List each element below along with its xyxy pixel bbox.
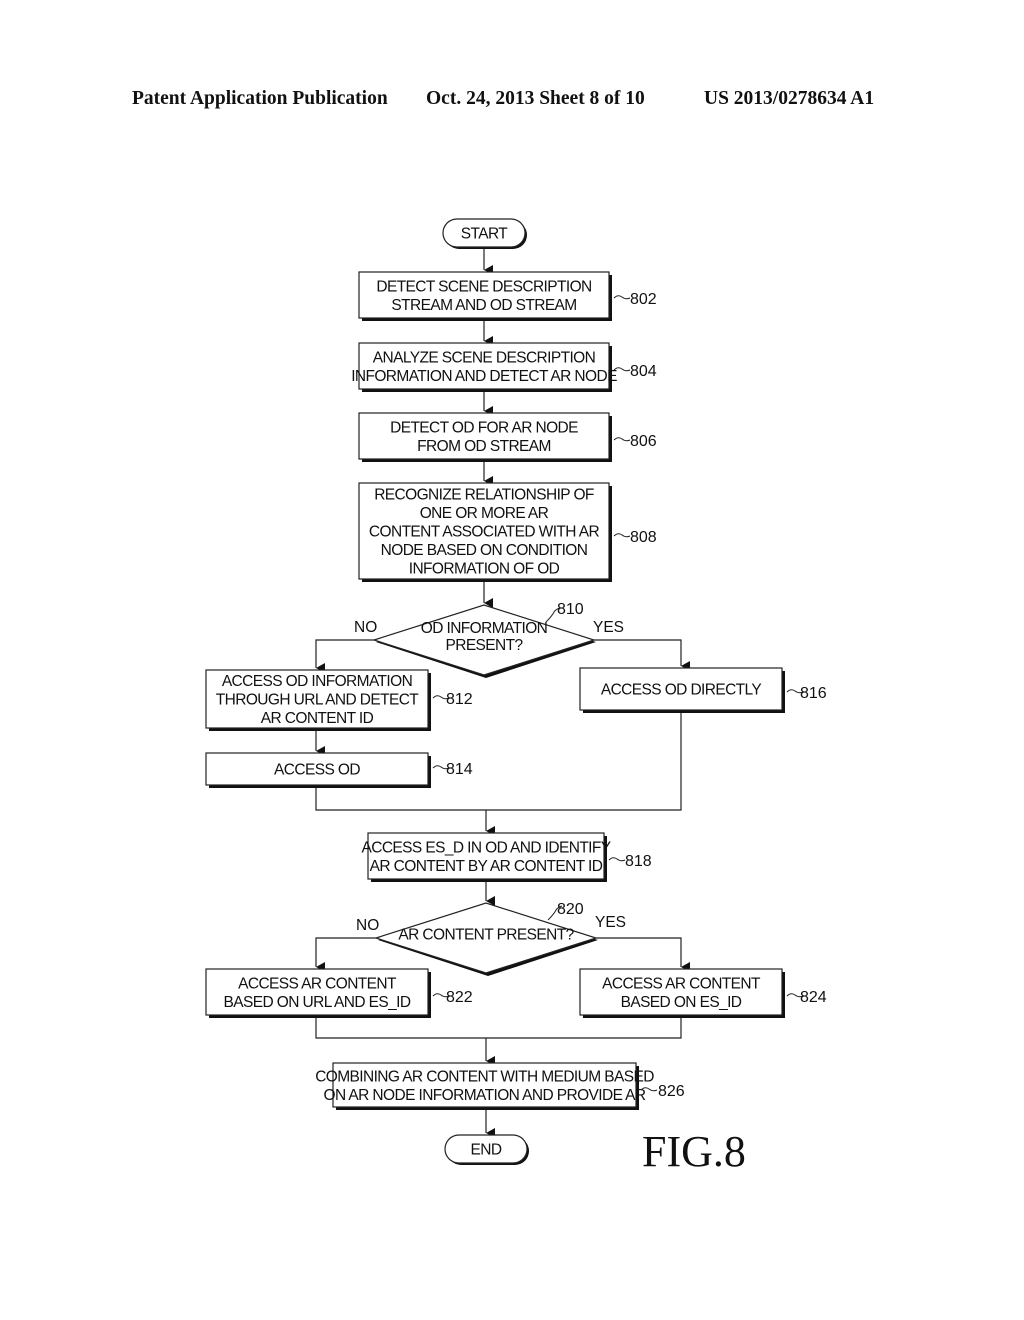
process-step-822: ACCESS AR CONTENT BASED ON URL AND ES_ID 8… xyxy=(205,968,473,1018)
step-806-text-line: DETECT OD FOR AR NODE xyxy=(390,419,578,436)
step-818-text-line: ACCESS ES_D IN OD AND IDENTIFY xyxy=(362,839,611,856)
yes-branch-label: YES xyxy=(593,619,624,636)
step-808-text-line: RECOGNIZE RELATIONSHIP OF xyxy=(374,487,594,504)
reference-number: 802 xyxy=(630,291,657,308)
decision-820: AR CONTENT PRESENT? 820 NO YES xyxy=(356,901,626,976)
step-808-text-line: INFORMATION OF OD xyxy=(409,561,560,578)
end-terminal: END xyxy=(444,1134,529,1165)
step-824-text-line: BASED ON ES_ID xyxy=(621,994,742,1011)
reference-number: 814 xyxy=(446,761,473,778)
end-terminal-text: END xyxy=(471,1142,502,1159)
process-step-812: ACCESS OD INFORMATION THROUGH URL AND DET… xyxy=(205,669,473,731)
reference-number: 810 xyxy=(557,601,584,618)
decision-810-text-line: OD INFORMATION xyxy=(421,620,548,637)
step-818-text-line: AR CONTENT BY AR CONTENT ID xyxy=(370,858,603,875)
flow-arrow xyxy=(596,937,690,972)
start-terminal: START xyxy=(442,218,527,249)
step-822-text-line: ACCESS AR CONTENT xyxy=(238,975,397,992)
process-step-806: DETECT OD FOR AR NODE FROM OD STREAM 806 xyxy=(358,412,657,462)
process-step-816: ACCESS OD DIRECTLY 816 xyxy=(579,667,827,713)
flowchart: START END DETECT SCENE DESCRIPTION STREAM A… xyxy=(205,218,827,1176)
reference-number: 812 xyxy=(446,691,473,708)
step-802-text-line: DETECT SCENE DESCRIPTION xyxy=(376,278,591,295)
reference-leader xyxy=(613,437,631,442)
step-826-text-line: ON AR NODE INFORMATION AND PROVIDE AR xyxy=(323,1087,645,1104)
step-808-text-line: ONE OR MORE AR xyxy=(420,505,549,522)
reference-number: 822 xyxy=(446,989,473,1006)
step-814-text-line: ACCESS OD xyxy=(274,762,360,779)
start-terminal-text: START xyxy=(461,226,509,243)
step-822-text-line: BASED ON URL AND ES_ID xyxy=(224,994,411,1011)
figure-label: FIG.8 xyxy=(642,1127,746,1176)
step-808-text-line: NODE BASED ON CONDITION xyxy=(381,542,588,559)
step-816-text-line: ACCESS OD DIRECTLY xyxy=(601,682,762,699)
process-step-808: RECOGNIZE RELATIONSHIP OFONE OR MORE AR C… xyxy=(358,482,657,582)
flow-arrow xyxy=(315,639,374,673)
step-804-text-line: INFORMATION AND DETECT AR NODE xyxy=(351,368,617,385)
decision-810-text-line: PRESENT? xyxy=(445,637,523,654)
decision-810: OD INFORMATIONPRESENT? 810 NO YES xyxy=(354,601,624,678)
step-812-text-line: THROUGH URL AND DETECT xyxy=(216,692,420,709)
reference-number: 820 xyxy=(557,901,584,918)
reference-number: 818 xyxy=(625,853,652,870)
no-branch-label: NO xyxy=(354,619,377,636)
reference-number: 816 xyxy=(800,685,827,702)
step-804-text-line: ANALYZE SCENE DESCRIPTION xyxy=(373,349,595,366)
flow-arrow xyxy=(594,639,690,671)
process-step-818: ACCESS ES_D IN OD AND IDENTIFY AR CONTENT… xyxy=(362,832,652,882)
process-step-824: ACCESS AR CONTENT BASED ON ES_ID 824 xyxy=(579,968,827,1018)
decision-820-text-line: AR CONTENT PRESENT? xyxy=(398,927,574,944)
yes-branch-label: YES xyxy=(595,914,626,931)
process-step-802: DETECT SCENE DESCRIPTION STREAM AND OD ST… xyxy=(358,271,657,321)
reference-number: 826 xyxy=(658,1083,685,1100)
process-step-814: ACCESS OD 814 xyxy=(205,752,473,788)
reference-number: 806 xyxy=(630,433,657,450)
step-808-text-line: CONTENT ASSOCIATED WITH AR xyxy=(369,524,600,541)
step-812-text-line: ACCESS OD INFORMATION xyxy=(222,673,412,690)
process-step-826: COMBINING AR CONTENT WITH MEDIUM BASED ON… xyxy=(315,1062,685,1110)
flow-arrow xyxy=(315,937,376,972)
step-826-text-line: COMBINING AR CONTENT WITH MEDIUM BASED xyxy=(315,1068,654,1085)
flow-line xyxy=(315,1015,682,1039)
step-824-text-line: ACCESS AR CONTENT xyxy=(602,975,761,992)
step-812-text-line: AR CONTENT ID xyxy=(261,710,374,727)
shapes: START END DETECT SCENE DESCRIPTION STREAM A… xyxy=(205,218,827,1165)
reference-number: 804 xyxy=(630,363,657,380)
reference-leader xyxy=(613,533,631,538)
step-802-text-line: STREAM AND OD STREAM xyxy=(391,297,576,314)
reference-number: 808 xyxy=(630,529,657,546)
step-806-text-line: FROM OD STREAM xyxy=(417,438,551,455)
process-step-804: ANALYZE SCENE DESCRIPTION INFORMATION AND… xyxy=(351,342,657,392)
reference-number: 824 xyxy=(800,989,827,1006)
no-branch-label: NO xyxy=(356,917,379,934)
reference-leader xyxy=(613,295,631,300)
reference-leader xyxy=(608,857,626,862)
